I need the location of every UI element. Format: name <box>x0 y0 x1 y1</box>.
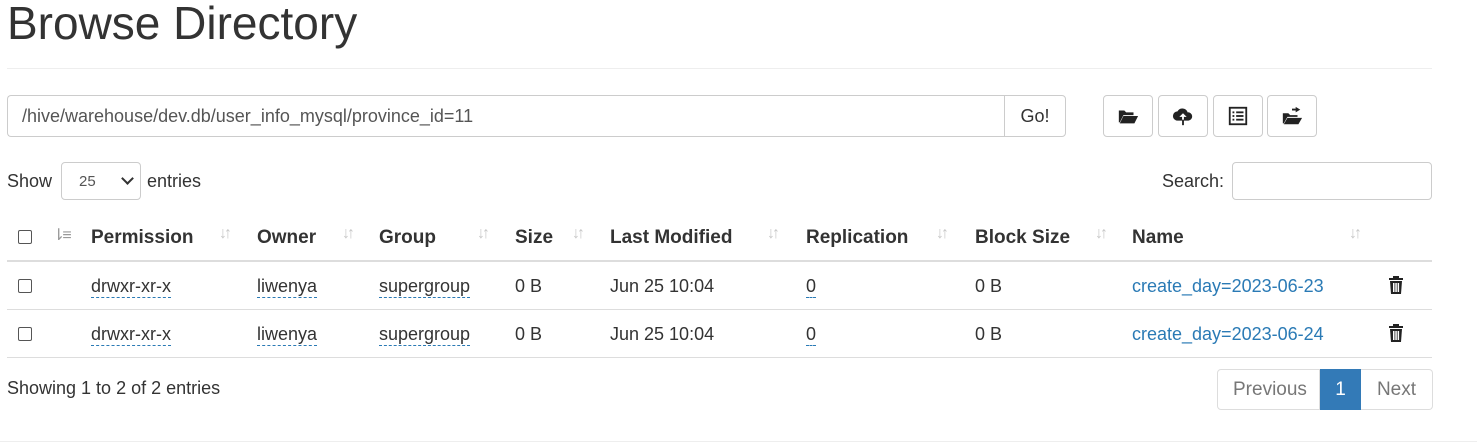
pagination: Previous 1 Next <box>1217 369 1433 410</box>
group-cell: supergroup <box>379 262 471 310</box>
column-last-modified[interactable]: Last Modified <box>610 214 732 262</box>
replication-value[interactable]: 0 <box>806 323 817 346</box>
permission-cell: drwxr-xr-x <box>91 262 171 310</box>
last-modified-value: Jun 25 10:04 <box>610 324 715 344</box>
trash-icon[interactable] <box>1387 275 1405 295</box>
list-alt-icon <box>1228 106 1248 126</box>
owner-value[interactable]: liwenya <box>257 275 318 298</box>
owner-cell: liwenya <box>257 310 318 358</box>
table-row: drwxr-xr-x liwenya supergroup 0 B Jun 25… <box>7 262 1432 310</box>
trash-icon[interactable] <box>1387 323 1405 343</box>
group-value[interactable]: supergroup <box>379 275 471 298</box>
page-1-button[interactable]: 1 <box>1320 369 1361 410</box>
directory-name-link[interactable]: create_day=2023-06-23 <box>1132 262 1324 310</box>
search-input[interactable] <box>1232 162 1432 200</box>
directory-name-link[interactable]: create_day=2023-06-24 <box>1132 310 1324 358</box>
sort-icon[interactable]: ↓↑ <box>1349 225 1362 243</box>
chevron-down-icon <box>121 172 134 185</box>
column-replication[interactable]: Replication <box>806 214 908 262</box>
search-control: Search: <box>1162 162 1432 200</box>
column-permission[interactable]: Permission <box>91 214 193 262</box>
file-table: ⇂≡ Permission ↓↑ Owner ↓↑ Group ↓↑ Size … <box>7 214 1432 358</box>
sort-icon[interactable]: ↓↑ <box>477 225 490 243</box>
column-name[interactable]: Name <box>1132 214 1184 262</box>
permission-cell: drwxr-xr-x <box>91 310 171 358</box>
select-all-checkbox[interactable] <box>18 230 32 244</box>
cut-paste-icon <box>1282 106 1303 125</box>
block-size-value: 0 B <box>975 276 1003 296</box>
search-label: Search: <box>1161 170 1224 191</box>
row-checkbox[interactable] <box>18 327 32 341</box>
replication-cell: 0 <box>806 310 817 358</box>
folder-open-icon <box>1118 110 1139 124</box>
go-button[interactable]: Go! <box>1004 95 1066 137</box>
show-label: Show <box>7 170 53 191</box>
page-size-value: 25 <box>79 172 96 190</box>
sort-amount-icon[interactable]: ⇂≡ <box>52 225 72 245</box>
directory-path-input[interactable] <box>7 95 1004 137</box>
size-value: 0 B <box>515 276 543 296</box>
row-checkbox[interactable] <box>18 279 32 293</box>
column-owner[interactable]: Owner <box>257 214 316 262</box>
previous-page-button[interactable]: Previous <box>1217 369 1320 410</box>
group-value[interactable]: supergroup <box>379 323 471 346</box>
replication-cell: 0 <box>806 262 817 310</box>
divider <box>7 68 1432 69</box>
column-group[interactable]: Group <box>379 214 436 262</box>
sort-icon[interactable]: ↓↑ <box>767 225 780 243</box>
group-cell: supergroup <box>379 310 471 358</box>
block-size-value: 0 B <box>975 324 1003 344</box>
page-length-control: Show 25 entries <box>7 162 201 200</box>
list-view-button[interactable] <box>1213 95 1263 137</box>
sort-icon[interactable]: ↓↑ <box>936 225 949 243</box>
sort-icon[interactable]: ↓↑ <box>342 225 355 243</box>
sort-icon[interactable]: ↓↑ <box>572 225 585 243</box>
owner-cell: liwenya <box>257 262 318 310</box>
page-size-select[interactable]: 25 <box>61 162 142 200</box>
permission-value[interactable]: drwxr-xr-x <box>91 275 171 298</box>
divider <box>0 441 1477 442</box>
size-value: 0 B <box>515 324 543 344</box>
table-info: Showing 1 to 2 of 2 entries <box>7 378 221 398</box>
replication-value[interactable]: 0 <box>806 275 817 298</box>
create-directory-button[interactable] <box>1103 95 1153 137</box>
page-title: Browse Directory <box>7 0 358 49</box>
sort-icon[interactable]: ↓↑ <box>219 225 232 243</box>
column-size[interactable]: Size <box>515 214 553 262</box>
path-bar: Go! <box>7 95 1066 137</box>
upload-files-button[interactable] <box>1158 95 1208 137</box>
next-page-button[interactable]: Next <box>1361 369 1433 410</box>
cloud-upload-icon <box>1172 108 1193 126</box>
table-row: drwxr-xr-x liwenya supergroup 0 B Jun 25… <box>7 310 1432 358</box>
table-header: ⇂≡ Permission ↓↑ Owner ↓↑ Group ↓↑ Size … <box>7 214 1432 262</box>
last-modified-value: Jun 25 10:04 <box>610 276 715 296</box>
owner-value[interactable]: liwenya <box>257 323 318 346</box>
column-block-size[interactable]: Block Size <box>975 214 1070 262</box>
cut-paste-button[interactable] <box>1267 95 1317 137</box>
sort-icon[interactable]: ↓↑ <box>1095 225 1108 243</box>
entries-label: entries <box>147 170 202 191</box>
browse-directory-page: Browse Directory Go! Sho <box>0 0 1477 447</box>
permission-value[interactable]: drwxr-xr-x <box>91 323 171 346</box>
